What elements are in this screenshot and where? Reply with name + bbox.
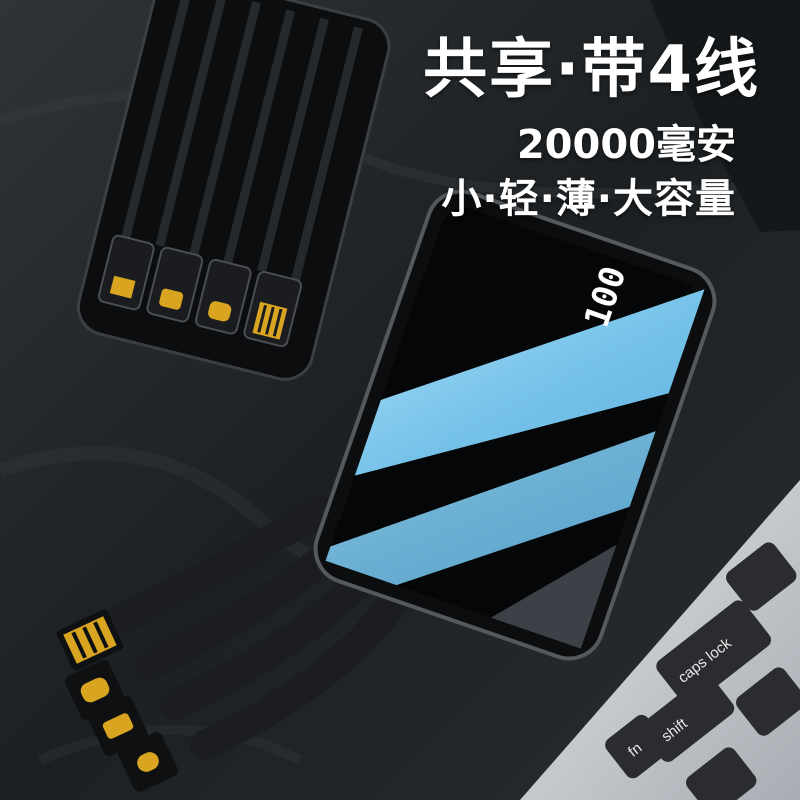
headline-tagline: 小·轻·薄·大容量 — [441, 176, 736, 222]
headline-title: 共享·带4线 — [423, 33, 760, 107]
product-photo: caps lock shift fn 100 共享·带4线 20000毫安 小·… — [0, 0, 800, 800]
headline-capacity: 20000毫安 — [516, 122, 736, 168]
